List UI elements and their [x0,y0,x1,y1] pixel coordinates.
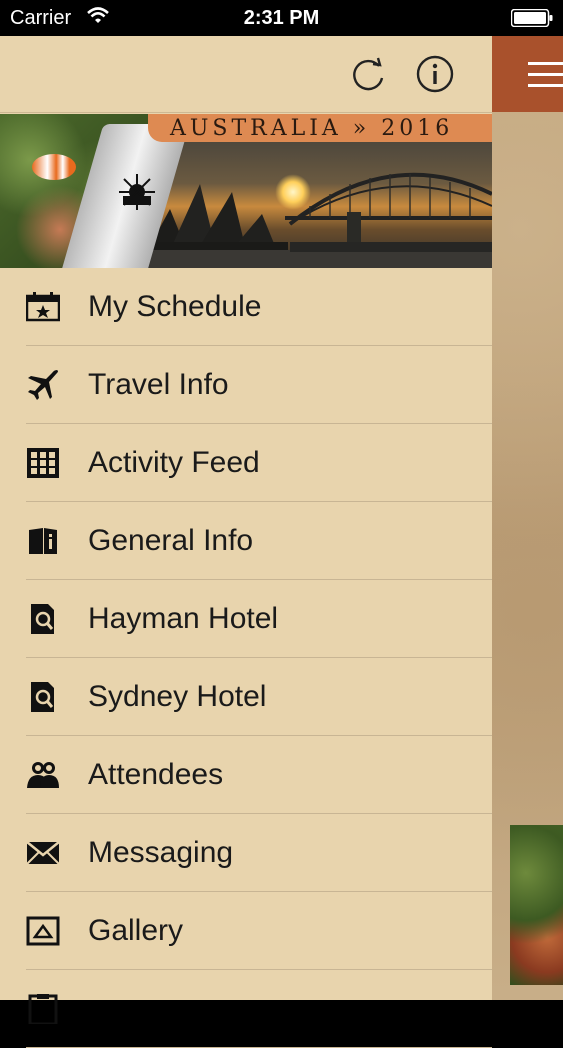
navigation-drawer: AUSTRALIA » 2016 My Schedule Travel Info [0,36,492,1048]
menu-item-label: Hayman Hotel [88,602,279,635]
hamburger-menu-icon[interactable] [528,62,563,88]
hotel-search-icon [31,682,54,712]
hotel-search-icon [31,604,54,634]
menu-item-sydney-hotel[interactable]: Sydney Hotel [26,658,492,736]
envelope-icon [26,841,60,865]
menu-item-general-info[interactable]: General Info [26,502,492,580]
menu-item-label: Sydney Hotel [88,680,267,713]
menu-item-partial[interactable] [26,970,492,1048]
grid-icon [27,448,59,478]
menu-item-label: Activity Feed [88,446,260,479]
battery-icon [511,9,553,27]
menu-item-attendees[interactable]: Attendees [26,736,492,814]
picture-icon [26,916,60,946]
drawer-header [0,36,492,113]
menu-item-label: Messaging [88,836,234,869]
clipboard-icon [28,994,58,1024]
menu-item-label: My Schedule [88,290,262,323]
menu-list: My Schedule Travel Info Activity Feed Ge… [0,268,492,1048]
airplane-icon [28,370,58,400]
people-icon [27,762,59,788]
content-thumbnail-image[interactable] [510,825,563,985]
event-banner: AUSTRALIA » 2016 [0,114,492,268]
menu-item-label: Gallery [88,914,184,947]
menu-item-hayman-hotel[interactable]: Hayman Hotel [26,580,492,658]
clock: 2:31 PM [243,7,320,29]
menu-item-messaging[interactable]: Messaging [26,814,492,892]
book-info-icon [29,528,57,554]
status-bar: Carrier 2:31 PM [0,0,563,36]
menu-item-activity-feed[interactable]: Activity Feed [26,424,492,502]
menu-item-label: Travel Info [88,368,229,401]
menu-item-travel-info[interactable]: Travel Info [26,346,492,424]
menu-item-label: Attendees [88,758,224,791]
calendar-star-icon [26,292,60,322]
menu-item-my-schedule[interactable]: My Schedule [26,268,492,346]
logo-badge [119,174,155,210]
refresh-icon[interactable] [349,54,389,94]
banner-title: AUSTRALIA » 2016 [170,116,454,141]
info-icon[interactable] [415,54,455,94]
menu-item-label: General Info [88,524,254,557]
menu-item-gallery[interactable]: Gallery [26,892,492,970]
